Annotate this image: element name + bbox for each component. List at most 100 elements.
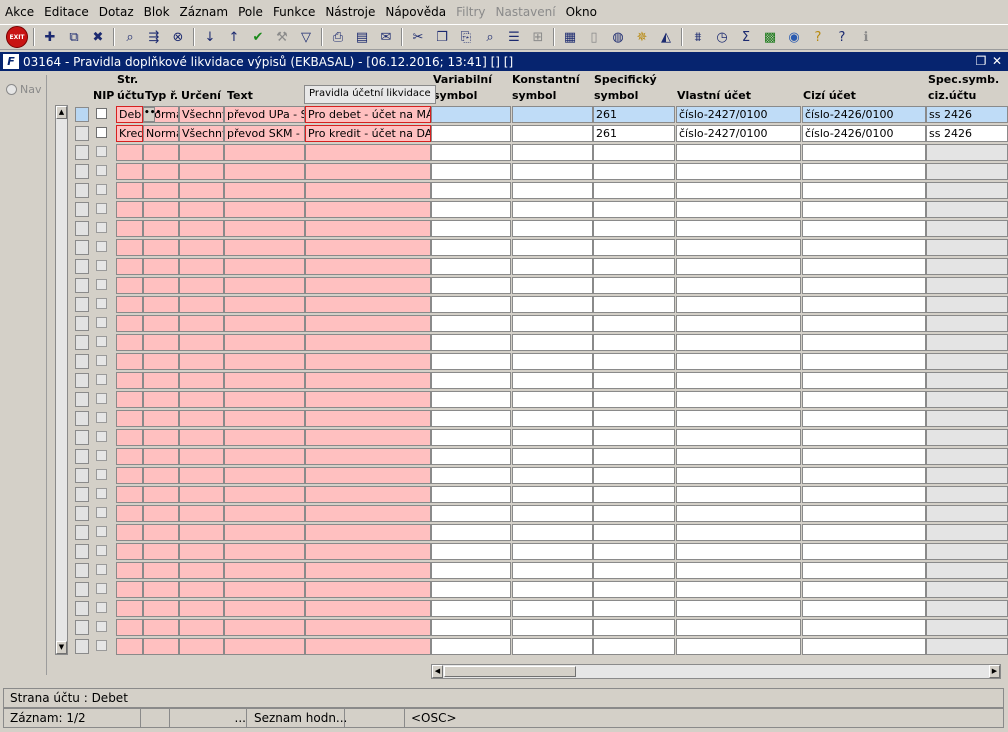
row-selector[interactable] xyxy=(75,126,89,141)
cell-typ[interactable] xyxy=(143,391,179,408)
cell-specciz[interactable] xyxy=(926,486,1008,503)
duplicate-record-icon[interactable]: ⧉ xyxy=(64,27,84,47)
cell-strana[interactable] xyxy=(116,239,143,256)
cell-konst[interactable] xyxy=(512,505,593,522)
cell-vlastni[interactable] xyxy=(676,486,801,503)
cell-cizi[interactable] xyxy=(802,467,926,484)
row-selector[interactable] xyxy=(75,468,89,483)
row-selector[interactable] xyxy=(75,392,89,407)
cell-text[interactable] xyxy=(224,619,305,636)
cell-cizi[interactable] xyxy=(802,505,926,522)
cell-strana[interactable] xyxy=(116,296,143,313)
document-icon[interactable]: ▯ xyxy=(584,27,604,47)
cell-specciz[interactable] xyxy=(926,524,1008,541)
cell-popis[interactable] xyxy=(305,220,431,237)
cell-strana[interactable] xyxy=(116,581,143,598)
menu-item-4[interactable]: Záznam xyxy=(175,0,234,24)
query-execute-icon[interactable]: ⇶ xyxy=(144,27,164,47)
cell-urceni[interactable] xyxy=(179,429,224,446)
cell-typ[interactable] xyxy=(143,277,179,294)
row-selector[interactable] xyxy=(75,449,89,464)
nip-checkbox[interactable] xyxy=(96,488,107,499)
lov-button[interactable]: ••• xyxy=(143,107,161,122)
menu-item-9[interactable]: Filtry xyxy=(451,0,490,24)
cell-text[interactable] xyxy=(224,277,305,294)
cell-popis[interactable] xyxy=(305,334,431,351)
row-selector[interactable] xyxy=(75,639,89,654)
cell-var[interactable] xyxy=(431,353,511,370)
nip-checkbox[interactable] xyxy=(96,469,107,480)
cell-strana[interactable]: Kredit xyxy=(116,125,143,142)
cell-spec[interactable] xyxy=(593,505,675,522)
cell-vlastni[interactable] xyxy=(676,600,801,617)
cell-vlastni[interactable] xyxy=(676,315,801,332)
nip-checkbox[interactable] xyxy=(96,222,107,233)
cell-popis[interactable] xyxy=(305,144,431,161)
cell-urceni[interactable] xyxy=(179,353,224,370)
cell-vlastni[interactable] xyxy=(676,410,801,427)
cell-spec[interactable] xyxy=(593,163,675,180)
cell-specciz[interactable] xyxy=(926,391,1008,408)
cell-var[interactable] xyxy=(431,372,511,389)
menu-item-2[interactable]: Dotaz xyxy=(94,0,139,24)
cell-specciz[interactable] xyxy=(926,448,1008,465)
query-enter-icon[interactable]: ⌕ xyxy=(120,27,140,47)
cell-strana[interactable] xyxy=(116,315,143,332)
cell-konst[interactable] xyxy=(512,239,593,256)
cell-specciz[interactable] xyxy=(926,581,1008,598)
cell-spec[interactable]: 261 xyxy=(593,106,675,123)
cell-vlastni[interactable] xyxy=(676,638,801,655)
cell-text[interactable] xyxy=(224,258,305,275)
cell-typ[interactable] xyxy=(143,334,179,351)
cell-popis[interactable] xyxy=(305,391,431,408)
cell-popis[interactable] xyxy=(305,448,431,465)
nip-checkbox[interactable] xyxy=(96,602,107,613)
cell-var[interactable] xyxy=(431,619,511,636)
cell-specciz[interactable] xyxy=(926,315,1008,332)
cell-typ[interactable] xyxy=(143,581,179,598)
cell-vlastni[interactable] xyxy=(676,372,801,389)
cell-var[interactable] xyxy=(431,163,511,180)
wheel-icon[interactable]: ✵ xyxy=(632,27,652,47)
cell-strana[interactable] xyxy=(116,410,143,427)
cell-popis[interactable] xyxy=(305,315,431,332)
cell-text[interactable] xyxy=(224,505,305,522)
cell-cizi[interactable] xyxy=(802,258,926,275)
cell-typ[interactable] xyxy=(143,372,179,389)
nip-checkbox[interactable] xyxy=(96,203,107,214)
cell-vlastni[interactable] xyxy=(676,220,801,237)
nip-checkbox[interactable] xyxy=(96,146,107,157)
cell-specciz[interactable] xyxy=(926,296,1008,313)
nip-checkbox[interactable] xyxy=(96,640,107,651)
cell-strana[interactable] xyxy=(116,144,143,161)
cell-konst[interactable] xyxy=(512,144,593,161)
cell-specciz[interactable] xyxy=(926,467,1008,484)
cell-text[interactable] xyxy=(224,467,305,484)
cell-popis[interactable] xyxy=(305,353,431,370)
cell-text[interactable] xyxy=(224,486,305,503)
row-selector[interactable] xyxy=(75,183,89,198)
nip-checkbox[interactable] xyxy=(96,317,107,328)
cell-urceni[interactable] xyxy=(179,486,224,503)
nip-checkbox[interactable] xyxy=(96,526,107,537)
cell-strana[interactable] xyxy=(116,353,143,370)
sort-asc-icon[interactable]: ↓ xyxy=(200,27,220,47)
cell-typ[interactable] xyxy=(143,353,179,370)
cell-cizi[interactable] xyxy=(802,277,926,294)
cell-popis[interactable] xyxy=(305,505,431,522)
cell-popis[interactable] xyxy=(305,296,431,313)
nip-checkbox[interactable] xyxy=(96,298,107,309)
row-selector[interactable] xyxy=(75,582,89,597)
cell-text[interactable] xyxy=(224,600,305,617)
cell-text[interactable] xyxy=(224,391,305,408)
row-selector[interactable] xyxy=(75,202,89,217)
row-selector[interactable] xyxy=(75,563,89,578)
menu-item-11[interactable]: Okno xyxy=(561,0,602,24)
cell-konst[interactable] xyxy=(512,334,593,351)
cell-urceni[interactable] xyxy=(179,638,224,655)
cell-urceni[interactable] xyxy=(179,239,224,256)
cell-var[interactable] xyxy=(431,334,511,351)
cell-spec[interactable] xyxy=(593,334,675,351)
cell-strana[interactable] xyxy=(116,372,143,389)
cell-urceni[interactable] xyxy=(179,600,224,617)
